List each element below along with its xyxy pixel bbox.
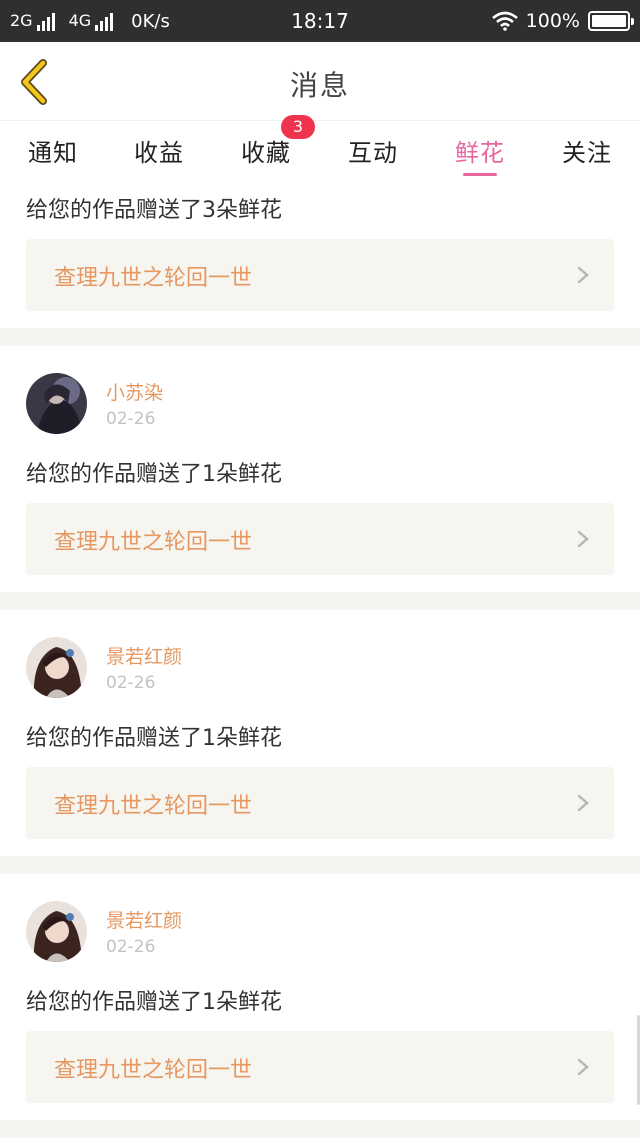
work-link[interactable]: 查理九世之轮回一世 [26, 767, 614, 839]
tab-favorites[interactable]: 收藏 3 [213, 115, 319, 183]
chevron-right-icon [577, 794, 589, 812]
tab-label: 收益 [134, 139, 184, 167]
tab-label: 互动 [348, 139, 398, 167]
message-card: 景若红颜 02-26 给您的作品赠送了1朵鲜花 查理九世之轮回一世 [0, 610, 640, 856]
tab-earnings[interactable]: 收益 [106, 121, 212, 183]
tab-following[interactable]: 关注 [534, 121, 640, 183]
message-text: 给您的作品赠送了1朵鲜花 [26, 990, 282, 1015]
work-title: 查理九世之轮回一世 [54, 1058, 253, 1083]
unread-badge: 3 [281, 115, 315, 139]
chevron-right-icon [577, 1058, 589, 1076]
work-title: 查理九世之轮回一世 [54, 530, 253, 555]
sender-name[interactable]: 景若红颜 [106, 906, 182, 933]
chevron-right-icon [577, 530, 589, 548]
tab-notifications[interactable]: 通知 [0, 121, 106, 183]
tab-flowers[interactable]: 鲜花 [427, 121, 533, 183]
system-status: 100% [491, 9, 634, 33]
tab-bar: 通知 收益 收藏 3 互动 鲜花 关注 [0, 115, 640, 183]
tab-label: 通知 [28, 139, 78, 167]
message-text: 给您的作品赠送了1朵鲜花 [26, 726, 282, 751]
message-card: 景若红颜 02-26 给您的作品赠送了1朵鲜花 查理九世之轮回一世 [0, 874, 640, 1120]
page-title: 消息 [289, 69, 350, 102]
work-title: 查理九世之轮回一世 [54, 266, 253, 291]
message-card: 给您的作品赠送了3朵鲜花 查理九世之轮回一世 [0, 182, 640, 328]
active-tab-indicator [463, 173, 497, 176]
avatar[interactable] [26, 901, 87, 962]
work-title: 查理九世之轮回一世 [54, 794, 253, 819]
avatar-image [26, 901, 87, 962]
tab-label: 鲜花 [455, 139, 505, 167]
work-link[interactable]: 查理九世之轮回一世 [26, 239, 614, 311]
flower-message-list[interactable]: 给您的作品赠送了3朵鲜花 查理九世之轮回一世 小苏染 02-26 给您的作品赠送… [0, 182, 640, 1138]
message-text: 给您的作品赠送了3朵鲜花 [26, 198, 282, 223]
sender-name[interactable]: 景若红颜 [106, 642, 182, 669]
battery-icon [588, 11, 634, 31]
work-link[interactable]: 查理九世之轮回一世 [26, 503, 614, 575]
message-card: 小苏染 02-26 给您的作品赠送了1朵鲜花 查理九世之轮回一世 [0, 346, 640, 592]
avatar-image [26, 373, 87, 434]
message-date: 02-26 [106, 409, 156, 429]
tab-interactions[interactable]: 互动 [320, 121, 426, 183]
status-bar: 2G 4G 0K/s 18:17 100% [0, 0, 640, 42]
avatar-image [26, 637, 87, 698]
message-date: 02-26 [106, 937, 156, 957]
tab-label: 关注 [562, 139, 612, 167]
avatar[interactable] [26, 373, 87, 434]
sender-name[interactable]: 小苏染 [106, 378, 163, 405]
wifi-icon [491, 11, 518, 31]
message-text: 给您的作品赠送了1朵鲜花 [26, 462, 282, 487]
battery-percent: 100% [525, 10, 580, 32]
header: 消息 [0, 42, 640, 120]
work-link[interactable]: 查理九世之轮回一世 [26, 1031, 614, 1103]
chevron-right-icon [577, 266, 589, 284]
avatar[interactable] [26, 637, 87, 698]
message-date: 02-26 [106, 673, 156, 693]
